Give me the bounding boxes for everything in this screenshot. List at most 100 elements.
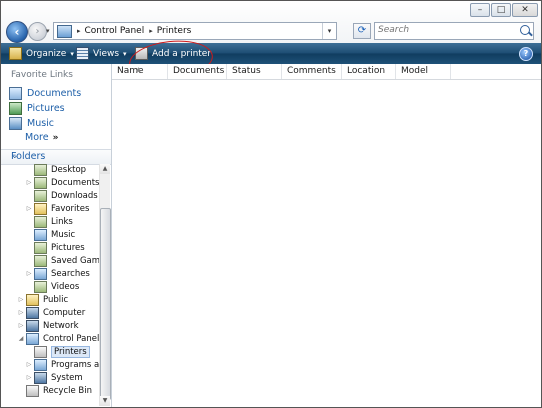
expand-arrow-icon[interactable]: ▷ [17, 296, 25, 303]
column-header-row: Name ▲ Documents Status Comments Location… [112, 64, 541, 80]
chevron-down-icon: ▾ [123, 49, 127, 58]
recent-pages-dropdown-icon[interactable]: ▾ [46, 27, 50, 35]
folder-icon [26, 293, 39, 306]
column-header-comments[interactable]: Comments [282, 64, 342, 79]
address-dropdown-icon[interactable]: ▾ [322, 23, 336, 39]
column-header-documents[interactable]: Documents [168, 64, 227, 79]
navigation-pane: Favorite Links Documents Pictures Music … [1, 64, 112, 407]
more-links-label: More [25, 132, 49, 143]
address-bar[interactable]: ▸ Control Panel ▸ Printers ▾ [53, 22, 337, 40]
double-chevron-icon: » [52, 133, 59, 143]
expand-arrow-icon[interactable]: ▷ [25, 179, 33, 186]
more-links[interactable]: More» [25, 132, 58, 143]
tree-item-computer[interactable]: ▷ Computer [17, 306, 85, 319]
scrollbar-thumb[interactable] [100, 208, 111, 400]
pictures-folder-icon [34, 241, 47, 254]
folder-icon [34, 189, 47, 202]
organize-button[interactable]: Organize ▾ [9, 43, 74, 64]
help-icon[interactable]: ? [519, 47, 533, 61]
printer-icon [34, 345, 47, 358]
search-icon[interactable] [520, 25, 530, 35]
tree-item-pictures[interactable]: Pictures [25, 241, 85, 254]
expand-arrow-icon[interactable]: ▷ [25, 374, 33, 381]
expand-arrow-icon[interactable]: ▷ [25, 270, 33, 277]
breadcrumb-separator-icon[interactable]: ▸ [149, 27, 153, 35]
chevron-down-icon: ▾ [70, 49, 74, 58]
tree-item-label: Control Panel [43, 333, 99, 344]
collapse-arrow-icon[interactable]: ◢ [17, 335, 25, 342]
organize-icon [9, 47, 22, 60]
folder-icon [34, 280, 47, 293]
tree-item-documents[interactable]: ▷ Documents [25, 176, 99, 189]
command-bar: Organize ▾ Views ▾ Add a printer ? [1, 43, 541, 64]
tree-item-label: System [51, 372, 83, 383]
folder-icon [34, 254, 47, 267]
folder-tree: Desktop ▷ Documents Downloads ▷ Favorites … [1, 163, 99, 407]
pictures-icon [9, 101, 22, 115]
tree-item-desktop[interactable]: Desktop [25, 163, 86, 176]
tree-item-network[interactable]: ▷ Network [17, 319, 79, 332]
organize-label: Organize [26, 48, 67, 59]
tree-item-programs-and-features[interactable]: ▷ Programs and [25, 358, 99, 371]
folder-icon [34, 176, 47, 189]
tree-item-public[interactable]: ▷ Public [17, 293, 68, 306]
maximize-button[interactable]: □ [491, 3, 511, 17]
tree-item-control-panel[interactable]: ◢ Control Panel [17, 332, 99, 345]
recycle-bin-icon [26, 384, 39, 397]
forward-button[interactable]: › [28, 22, 47, 41]
music-icon [9, 116, 22, 130]
breadcrumb-separator-icon[interactable]: ▸ [77, 27, 81, 35]
sort-arrow-icon: ▲ [136, 66, 141, 73]
tree-item-label: Links [51, 216, 73, 227]
breadcrumb-printers[interactable]: Printers [157, 26, 192, 36]
views-button[interactable]: Views ▾ [76, 43, 127, 64]
file-list-pane[interactable]: Name ▲ Documents Status Comments Location… [112, 64, 541, 407]
favorite-link-documents[interactable]: Documents [9, 86, 81, 100]
expand-arrow-icon[interactable]: ▷ [25, 361, 33, 368]
column-header-location[interactable]: Location [342, 64, 396, 79]
tree-item-label: Downloads [51, 190, 98, 201]
window-controls: – □ ✕ [469, 3, 538, 17]
minimize-button[interactable]: – [470, 3, 490, 17]
folder-tree-scrollbar[interactable]: ▲ ▼ [99, 164, 111, 406]
tree-item-label: Favorites [51, 203, 90, 214]
scroll-down-icon[interactable]: ▼ [100, 396, 110, 406]
network-icon [26, 319, 39, 332]
search-folder-icon [34, 267, 47, 280]
tree-item-system[interactable]: ▷ System [25, 371, 83, 384]
tree-item-label: Desktop [51, 164, 87, 175]
expand-arrow-icon[interactable]: ▷ [25, 205, 33, 212]
tree-item-printers[interactable]: Printers [25, 345, 90, 358]
tree-item-links[interactable]: Links [25, 215, 73, 228]
column-header-model[interactable]: Model [396, 64, 451, 79]
close-button[interactable]: ✕ [512, 3, 538, 17]
tree-item-music[interactable]: Music [25, 228, 75, 241]
add-printer-button[interactable]: Add a printer [135, 43, 211, 64]
tree-item-saved-games[interactable]: Saved Games [25, 254, 99, 267]
column-header-name[interactable]: Name ▲ [112, 64, 168, 79]
expand-arrow-icon[interactable]: ▷ [17, 322, 25, 329]
views-label: Views [93, 48, 120, 59]
documents-icon [9, 86, 22, 100]
music-folder-icon [34, 228, 47, 241]
folder-icon [34, 215, 47, 228]
favorite-link-label: Pictures [27, 102, 65, 114]
back-button[interactable]: ‹ [6, 21, 28, 43]
favorite-link-music[interactable]: Music [9, 116, 54, 130]
tree-item-favorites[interactable]: ▷ Favorites [25, 202, 89, 215]
computer-icon [26, 306, 39, 319]
tree-item-label: Music [51, 229, 76, 240]
favorite-link-label: Documents [27, 87, 82, 99]
tree-item-videos[interactable]: Videos [25, 280, 79, 293]
scroll-up-icon[interactable]: ▲ [100, 164, 110, 174]
refresh-button[interactable]: ⟳ [353, 23, 371, 39]
favorite-link-pictures[interactable]: Pictures [9, 101, 65, 115]
tree-item-recycle-bin[interactable]: Recycle Bin [17, 384, 92, 397]
column-header-status[interactable]: Status [227, 64, 282, 79]
breadcrumb-control-panel[interactable]: Control Panel [85, 26, 145, 36]
tree-item-downloads[interactable]: Downloads [25, 189, 98, 202]
add-printer-label: Add a printer [152, 48, 212, 59]
search-input[interactable] [375, 23, 516, 37]
tree-item-searches[interactable]: ▷ Searches [25, 267, 90, 280]
expand-arrow-icon[interactable]: ▷ [17, 309, 25, 316]
